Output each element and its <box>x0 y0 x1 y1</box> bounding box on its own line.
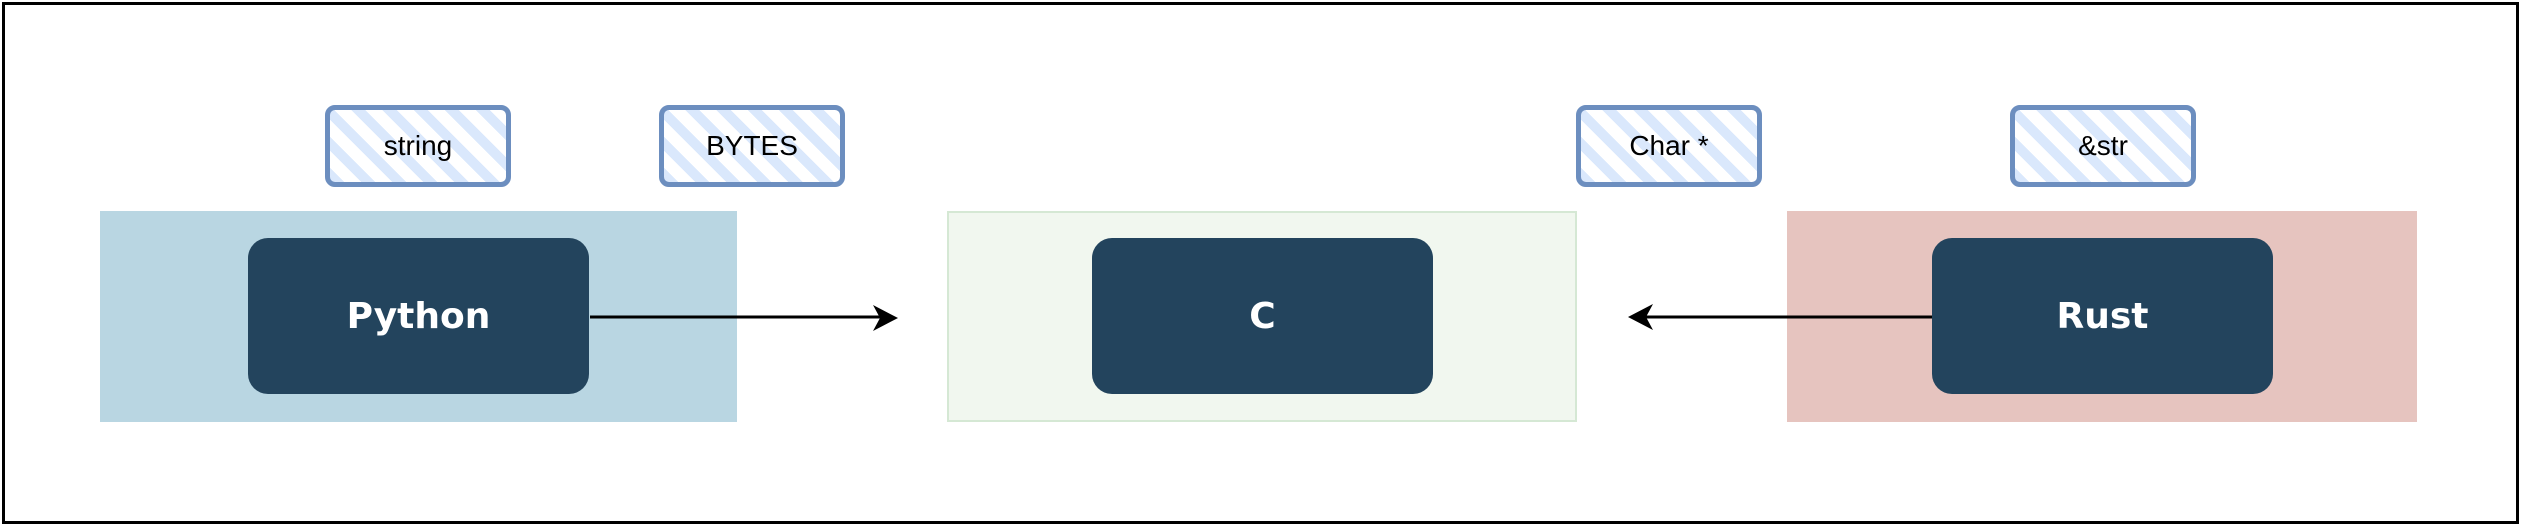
connectors <box>590 304 1932 331</box>
rust-to-c-arrow[interactable] <box>1628 304 1932 330</box>
python-to-c-arrow[interactable] <box>590 305 898 331</box>
